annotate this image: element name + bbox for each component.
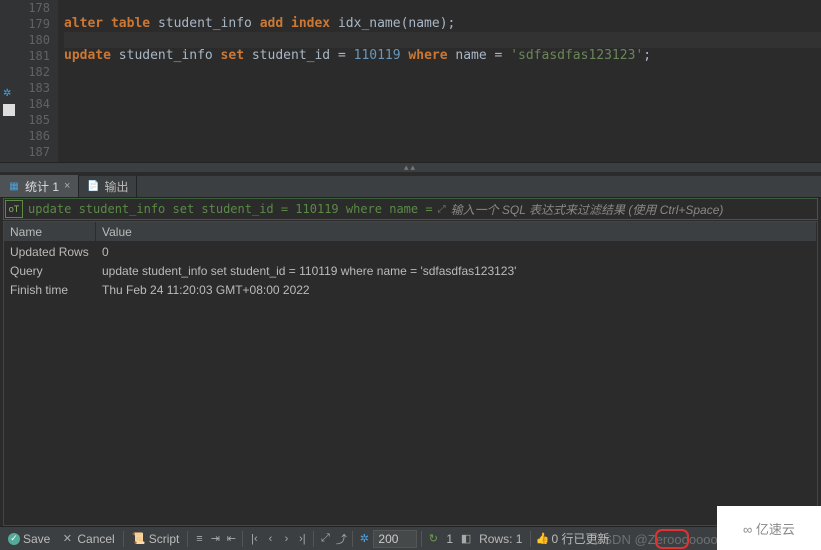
column-header-value[interactable]: Value [96, 222, 817, 241]
close-icon[interactable]: × [64, 180, 70, 192]
gutter-icon-strip: ✲ [0, 0, 18, 172]
indent-icon[interactable]: ⇥ [208, 532, 222, 546]
first-page-icon[interactable]: |‹ [247, 532, 261, 546]
gutter-marker-icon: ✲ [3, 88, 15, 100]
cell-value: 0 [96, 242, 817, 261]
next-page-icon[interactable]: › [279, 532, 293, 546]
separator [242, 531, 243, 547]
page-indicator: 1 [442, 532, 457, 546]
page-size-input[interactable] [373, 530, 417, 548]
panel-splitter[interactable]: ▴▴ [0, 162, 821, 172]
table-icon: ▦ [8, 180, 20, 192]
align-left-icon[interactable]: ≡ [192, 532, 206, 546]
tab-label: 输出 [104, 178, 128, 195]
x-icon: ✕ [60, 532, 74, 546]
sql-badge-icon[interactable]: оТ [5, 200, 23, 218]
filter-query-text: update student_info set student_id = 110… [24, 202, 433, 216]
info-icon: 👍 [535, 532, 549, 546]
cancel-label: Cancel [77, 532, 114, 546]
export-icon[interactable]: ⤴ [334, 532, 348, 546]
check-icon: ✓ [8, 533, 20, 545]
script-button[interactable]: 📜 Script [128, 529, 184, 549]
table-row[interactable]: Finish timeThu Feb 24 11:20:03 GMT+08:00… [4, 280, 817, 299]
filter-bar: оТ update student_info set student_id = … [3, 198, 818, 220]
separator [352, 531, 353, 547]
rows-count-label: Rows: 1 [475, 532, 526, 546]
sql-editor[interactable]: alter table student_info add index idx_n… [58, 0, 821, 172]
result-table: Name Value Updated Rows0Queryupdate stud… [3, 221, 818, 526]
gutter-db2-icon [3, 136, 15, 148]
cell-value: Thu Feb 24 11:20:03 GMT+08:00 2022 [96, 280, 817, 299]
cell-value: update student_info set student_id = 110… [96, 261, 817, 280]
page-icon: 📄 [87, 180, 99, 192]
cell-name: Query [4, 261, 96, 280]
separator [123, 531, 124, 547]
cell-name: Updated Rows [4, 242, 96, 261]
separator [313, 531, 314, 547]
settings-icon[interactable]: ✲ [357, 532, 371, 546]
tab-statistics[interactable]: ▦ 统计 1 × [0, 175, 79, 197]
script-label: Script [149, 532, 180, 546]
outdent-icon[interactable]: ⇤ [224, 532, 238, 546]
cancel-button[interactable]: ✕ Cancel [56, 529, 118, 549]
tab-label: 统计 1 [25, 178, 59, 195]
table-header-row: Name Value [4, 222, 817, 242]
line-number-gutter: 178179180181182183184185186187 [18, 0, 58, 172]
expand-icon[interactable]: ⤢ [318, 532, 332, 546]
prev-page-icon[interactable]: ‹ [263, 532, 277, 546]
separator [187, 531, 188, 547]
table-row[interactable]: Queryupdate student_info set student_id … [4, 261, 817, 280]
status-bar: ✓ Save ✕ Cancel 📜 Script ≡ ⇥ ⇤ |‹ ‹ › ›|… [0, 526, 821, 550]
column-header-name[interactable]: Name [4, 222, 96, 241]
filter-input[interactable]: 输入一个 SQL 表达式来过滤结果 (使用 Ctrl+Space) [451, 201, 817, 218]
gutter-db-icon [3, 120, 15, 132]
expand-icon[interactable]: ⤢ [433, 204, 451, 215]
last-page-icon[interactable]: ›| [295, 532, 309, 546]
separator [421, 531, 422, 547]
result-tabs: ▦ 统计 1 × 📄 输出 [0, 176, 821, 198]
table-row[interactable]: Updated Rows0 [4, 242, 817, 261]
refresh-icon[interactable]: ↻ [426, 532, 440, 546]
script-icon: 📜 [132, 532, 146, 546]
stop-icon[interactable]: ◧ [459, 532, 473, 546]
cell-name: Finish time [4, 280, 96, 299]
tab-output[interactable]: 📄 输出 [79, 175, 137, 197]
save-button[interactable]: ✓ Save [4, 529, 54, 549]
gutter-doc-icon [3, 104, 15, 116]
save-label: Save [23, 532, 50, 546]
separator [530, 531, 531, 547]
rows-updated-label: 0 行已更新 [551, 530, 609, 547]
